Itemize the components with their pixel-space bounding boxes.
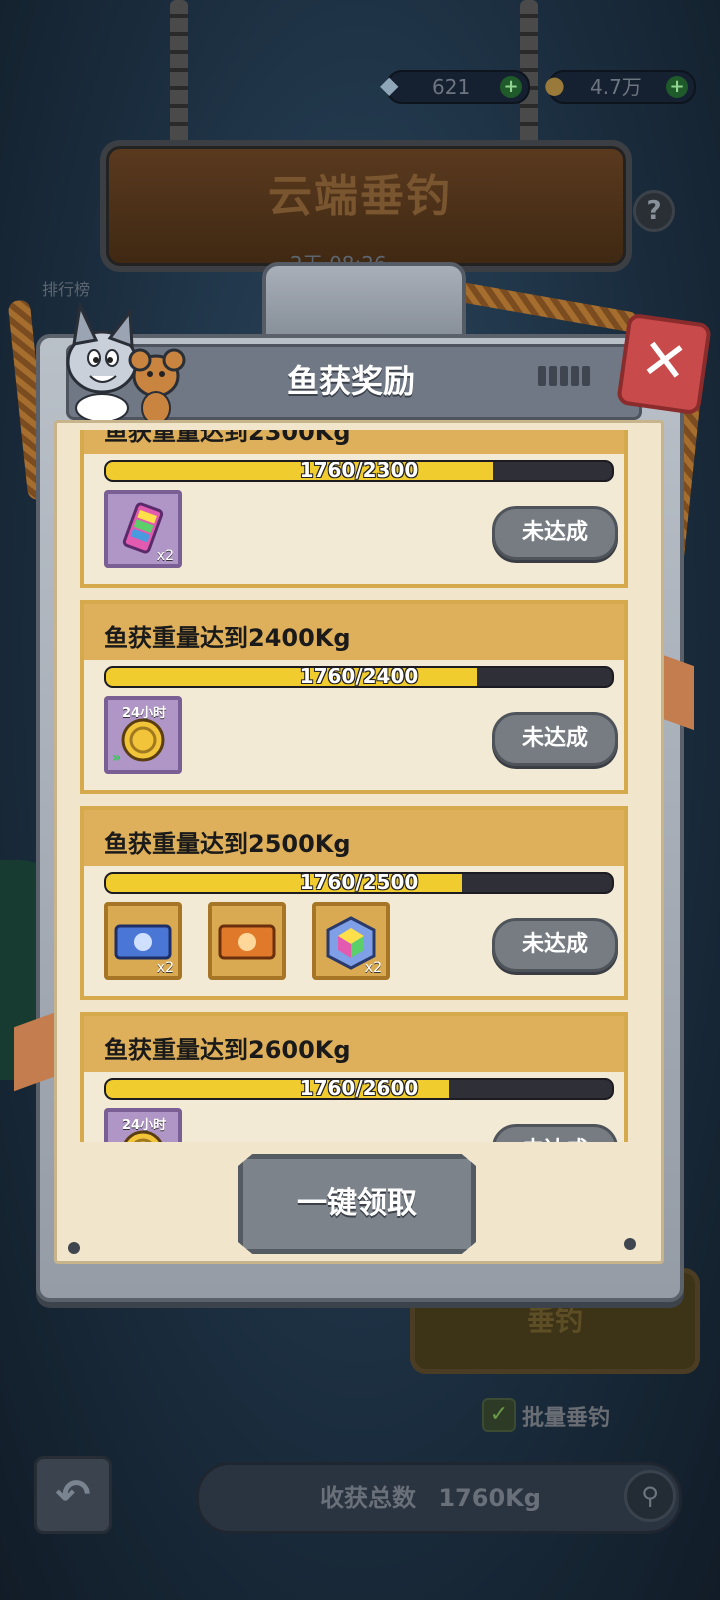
total-catch-text: 收获总数 1760Kg xyxy=(320,1478,541,1513)
back-button: ↶ xyxy=(34,1456,112,1534)
reward-title: 鱼获重量达到2500Kg xyxy=(104,830,351,858)
help-button[interactable]: ? xyxy=(633,190,675,232)
status-button[interactable]: 未达成 xyxy=(492,506,618,560)
gem-icon: ◆ xyxy=(380,71,399,99)
reward-card: 鱼获重量达到2300Kg 1760/2300 x2 未达成 xyxy=(80,430,628,588)
coin-icon: ● xyxy=(544,71,565,99)
gem-counter: ◆ 621 + xyxy=(380,70,530,104)
claim-all-button[interactable]: 一键领取 xyxy=(238,1154,476,1254)
reward-title: 鱼获重量达到2300Kg xyxy=(104,430,351,446)
reward-title: 鱼获重量达到2600Kg xyxy=(104,1036,351,1064)
item-duration-tag: 24小时 xyxy=(122,706,167,721)
reward-card: 鱼获重量达到2500Kg 1760/2500 x2 x2 未达成 xyxy=(80,806,628,1000)
leaderboard-label[interactable]: 排行榜 xyxy=(42,276,90,300)
coin-counter: ● 4.7万 + xyxy=(544,70,696,104)
reward-list[interactable]: 鱼获重量达到2300Kg 1760/2300 x2 未达成 鱼获重量达到2400… xyxy=(80,430,628,1142)
total-catch-value: 1760Kg xyxy=(438,1484,541,1512)
gem-plus-button[interactable]: + xyxy=(500,76,522,98)
frame-bolt xyxy=(68,1242,80,1254)
progress-bar: 1760/2500 xyxy=(104,872,614,894)
item-duration-tag: 24小时 xyxy=(122,1118,167,1133)
progress-text: 1760/2300 xyxy=(299,460,419,482)
reward-card: 鱼获重量达到2600Kg 1760/2600 24小时 未达成 xyxy=(80,1012,628,1142)
frame-bolt xyxy=(624,1238,636,1250)
reward-card: 鱼获重量达到2400Kg 1760/2400 24小时 » 未达成 xyxy=(80,600,628,794)
orange-ticket-icon xyxy=(218,924,276,960)
gem-value: 621 xyxy=(432,75,471,99)
reward-item[interactable]: x2 xyxy=(104,902,182,980)
reward-item[interactable]: 24小时 xyxy=(104,1108,182,1142)
progress-text: 1760/2400 xyxy=(299,666,419,688)
event-title: 云端垂钓 xyxy=(268,171,452,222)
coin-plus-button[interactable]: + xyxy=(666,76,688,98)
item-quantity: x2 xyxy=(156,548,174,564)
reward-item[interactable] xyxy=(208,902,286,980)
status-button[interactable]: 未达成 xyxy=(492,1124,618,1142)
progress-text: 1760/2600 xyxy=(299,1078,419,1100)
batch-fishing-label: 批量垂钓 xyxy=(522,1406,611,1431)
reward-item[interactable]: x2 xyxy=(104,490,182,568)
status-button[interactable]: 未达成 xyxy=(492,918,618,972)
header-vent-decoration xyxy=(538,366,600,388)
status-button[interactable]: 未达成 xyxy=(492,712,618,766)
double-arrow-icon: » xyxy=(112,750,122,766)
reward-item[interactable]: 24小时 » xyxy=(104,696,182,774)
paper-corner-right xyxy=(660,653,694,731)
progress-text: 1760/2500 xyxy=(299,872,419,894)
reward-item[interactable]: x2 xyxy=(312,902,390,980)
coin-value: 4.7万 xyxy=(590,75,642,99)
progress-bar: 1760/2300 xyxy=(104,460,614,482)
search-icon: ⚲ xyxy=(624,1470,676,1522)
tom-and-jerry-portrait xyxy=(66,300,186,425)
item-quantity: x2 xyxy=(364,960,382,976)
batch-fishing-checkbox: ✓ xyxy=(482,1398,516,1432)
progress-bar: 1760/2600 xyxy=(104,1078,614,1100)
chain-left xyxy=(170,0,188,150)
item-quantity: x2 xyxy=(156,960,174,976)
progress-bar: 1760/2400 xyxy=(104,666,614,688)
close-button[interactable]: ✕ xyxy=(616,312,712,416)
total-catch-label: 收获总数 xyxy=(320,1484,416,1512)
reward-title: 鱼获重量达到2400Kg xyxy=(104,624,351,652)
